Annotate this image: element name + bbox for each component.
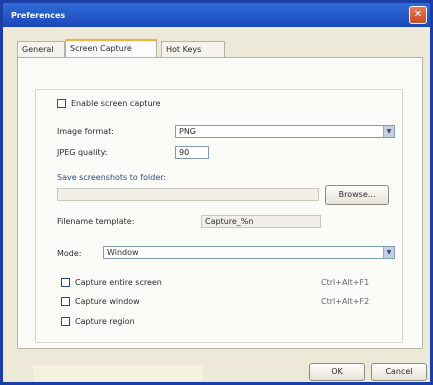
hotkey-label-3: Capture region bbox=[75, 317, 135, 326]
cancel-button-label: Cancel bbox=[385, 367, 413, 376]
quality-input[interactable]: 90 bbox=[175, 146, 209, 159]
filename-input[interactable]: Capture_%n bbox=[201, 215, 321, 228]
hotkey-label-2: Capture window bbox=[75, 297, 140, 306]
format-value: PNG bbox=[179, 127, 197, 136]
ok-button[interactable]: OK bbox=[309, 363, 365, 381]
mode-value: Window bbox=[107, 248, 139, 257]
footer-strip bbox=[33, 365, 203, 381]
hotkey-shortcut-1: Ctrl+Alt+F1 bbox=[321, 278, 370, 287]
tab-hot-keys[interactable]: Hot Keys bbox=[161, 41, 225, 57]
close-icon: ✕ bbox=[413, 9, 423, 20]
hotkey-shortcut-2: Ctrl+Alt+F2 bbox=[321, 297, 370, 306]
tab-general-label: General bbox=[22, 45, 54, 54]
mode-select[interactable]: Window ▼ bbox=[103, 246, 395, 259]
window-title: Preferences bbox=[11, 11, 66, 20]
filename-value: Capture_%n bbox=[205, 217, 254, 226]
tab-screen-capture-label: Screen Capture bbox=[70, 44, 132, 53]
chevron-down-icon: ▼ bbox=[383, 247, 394, 258]
cancel-button[interactable]: Cancel bbox=[371, 363, 427, 381]
format-select[interactable]: PNG ▼ bbox=[175, 125, 395, 138]
filename-label: Filename template: bbox=[57, 217, 135, 226]
hotkey-label-1: Capture entire screen bbox=[75, 278, 162, 287]
browse-button-label: Browse... bbox=[338, 190, 376, 199]
quality-value: 90 bbox=[179, 148, 190, 157]
hotkey-checkbox-3[interactable] bbox=[61, 317, 70, 326]
enable-capture-checkbox[interactable] bbox=[57, 99, 66, 108]
tab-screen-capture[interactable]: Screen Capture bbox=[65, 39, 157, 58]
quality-label: JPEG quality: bbox=[57, 148, 108, 157]
browse-button[interactable]: Browse... bbox=[325, 185, 389, 205]
ok-button-label: OK bbox=[331, 367, 343, 376]
hotkey-checkbox-1[interactable] bbox=[61, 278, 70, 287]
format-label: Image format: bbox=[57, 127, 114, 136]
folder-input[interactable] bbox=[57, 188, 319, 201]
mode-label: Mode: bbox=[57, 249, 82, 258]
preferences-window: Preferences ✕ General Screen Capture Hot… bbox=[0, 0, 433, 385]
enable-capture-label: Enable screen capture bbox=[71, 99, 161, 108]
hotkey-checkbox-2[interactable] bbox=[61, 297, 70, 306]
save-section-title: Save screenshots to folder: bbox=[57, 173, 167, 182]
tab-hot-keys-label: Hot Keys bbox=[166, 45, 202, 54]
title-bar: Preferences ✕ bbox=[3, 3, 430, 27]
chevron-down-icon: ▼ bbox=[383, 126, 394, 137]
tab-general[interactable]: General bbox=[17, 41, 65, 57]
close-button[interactable]: ✕ bbox=[409, 6, 427, 24]
